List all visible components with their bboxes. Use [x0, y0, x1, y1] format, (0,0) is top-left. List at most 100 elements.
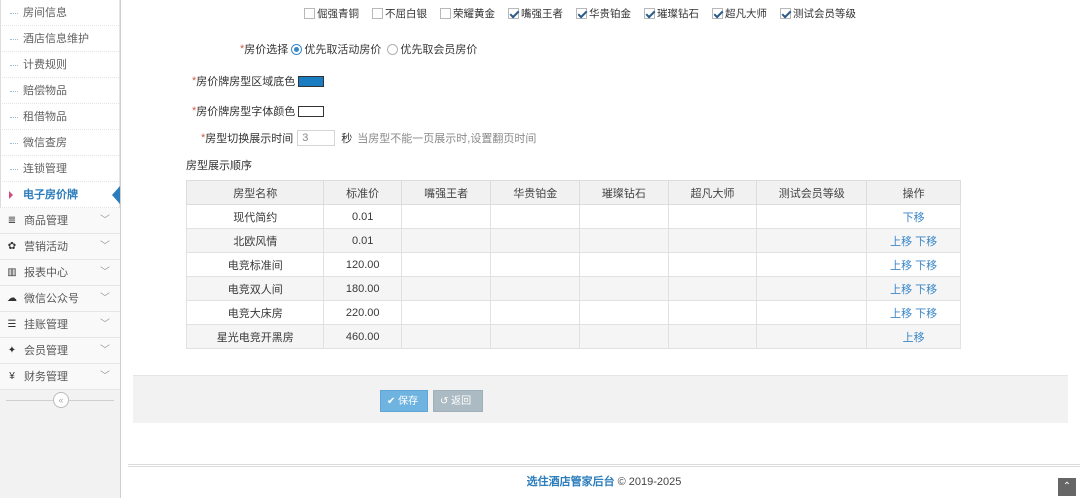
sidebar-item-finance[interactable]: ¥ 财务管理 ﹀ [0, 364, 120, 390]
sidebar-item-credit[interactable]: ☰ 挂账管理 ﹀ [0, 312, 120, 338]
checkbox-checked-icon [508, 7, 519, 19]
sidebar-item-hotel-info[interactable]: 酒店信息维护 [0, 26, 119, 52]
price-cell: 0.01 [323, 228, 402, 253]
room-name-cell: 电竞大床房 [185, 300, 325, 325]
move-down-link[interactable]: 下移 [903, 212, 925, 224]
operation-cell: 上移 下移 [866, 276, 961, 301]
active-indicator [112, 186, 120, 204]
chevron-down-icon: ﹀ [100, 293, 110, 304]
cutlery-icon: ¥ [9, 371, 15, 382]
checkbox-checked-icon [780, 7, 791, 19]
member-level-checkbox[interactable]: 璀璨钻石 [644, 5, 699, 21]
footer: 选住酒店管家后台 © 2019-2025 [128, 464, 1080, 498]
check-icon: ✔ [387, 396, 396, 407]
move-down-link[interactable]: 下移 [915, 284, 937, 296]
checkbox-checked-icon [576, 7, 587, 19]
form-action-bar: ✔ 保存 ↺ 返回 [133, 375, 1068, 423]
price-cell: 0.01 [323, 204, 402, 229]
sidebar-item-reports[interactable]: ▥ 报表中心 ﹀ [0, 260, 120, 286]
table-row: 现代简约 0.01 下移 [185, 204, 961, 229]
scroll-to-top-button[interactable]: ⌃ [1058, 478, 1076, 496]
switch-time-input[interactable] [297, 130, 336, 146]
undo-icon: ↺ [440, 396, 449, 407]
move-down-link[interactable]: 下移 [915, 308, 937, 320]
move-up-link[interactable]: 上移 [890, 236, 912, 248]
operation-cell: 上移 [866, 324, 961, 349]
sidebar-item-wechat-checkroom[interactable]: 微信查房 [0, 130, 119, 156]
cloud-icon: ☁ [7, 293, 17, 304]
operation-cell: 上移 下移 [866, 252, 961, 277]
table-header-row: 房型名称 标准价 嘴强王者 华贵铂金 璀璨钻石 超凡大师 测试会员等级 操作 [185, 180, 961, 205]
sidebar-item-rentals[interactable]: 租借物品 [0, 104, 119, 130]
radio-checked-icon [291, 43, 303, 55]
sidebar-collapse-row: « [0, 390, 120, 412]
table-row: 电竞双人间 180.00 上移 下移 [185, 276, 961, 301]
checkbox-icon [372, 7, 383, 19]
collapse-sidebar-icon[interactable]: « [53, 392, 69, 408]
sidebar-item-billing-rules[interactable]: 计费规则 [0, 52, 119, 78]
switch-time-hint: 当房型不能一页展示时,设置翻页时间 [357, 133, 537, 145]
font-color-label: 房价牌房型字体颜色 [196, 106, 296, 118]
member-level-checkbox[interactable]: 测试会员等级 [780, 5, 856, 21]
bg-color-row: * 房价牌房型区域底色 [192, 73, 325, 89]
sidebar-item-members[interactable]: ✦ 会员管理 ﹀ [0, 338, 120, 364]
radio-member-price[interactable]: 优先取会员房价 [387, 41, 477, 57]
member-level-checkbox[interactable]: 嘴强王者 [508, 5, 563, 21]
room-name-cell: 现代简约 [185, 204, 325, 229]
member-level-checkboxes: 倔强青铜 不屈白银 荣耀黄金 嘴强王者 华贵铂金 璀璨钻石 超凡大师 测试会员等… [304, 5, 869, 21]
sidebar-item-price-board[interactable]: 电子房价牌 [0, 182, 120, 208]
gift-icon: ✿ [7, 241, 17, 252]
col-header: 璀璨钻石 [579, 180, 669, 205]
col-header: 房型名称 [185, 180, 325, 205]
operation-cell: 上移 下移 [866, 228, 961, 253]
col-header: 测试会员等级 [756, 180, 868, 205]
member-level-checkbox[interactable]: 超凡大师 [712, 5, 767, 21]
col-header: 华贵铂金 [490, 180, 581, 205]
move-up-link[interactable]: 上移 [890, 260, 912, 272]
member-level-checkbox[interactable]: 荣耀黄金 [440, 5, 495, 21]
sidebar-item-goods[interactable]: ≣ 商品管理 ﹀ [0, 208, 120, 234]
member-level-checkbox[interactable]: 倔强青铜 [304, 5, 359, 21]
sidebar: 房间信息 酒店信息维护 计费规则 赔偿物品 租借物品 微信查房 连锁管理 电子房… [0, 0, 121, 498]
checkbox-icon [440, 7, 451, 19]
price-cell: 220.00 [323, 300, 402, 325]
move-down-link[interactable]: 下移 [915, 260, 937, 272]
move-up-link[interactable]: 上移 [890, 284, 912, 296]
move-up-link[interactable]: 上移 [903, 332, 925, 344]
room-order-table: 房型名称 标准价 嘴强王者 华贵铂金 璀璨钻石 超凡大师 测试会员等级 操作 现… [185, 180, 961, 349]
move-up-link[interactable]: 上移 [890, 308, 912, 320]
chevron-down-icon: ﹀ [100, 345, 110, 356]
sidebar-item-chain[interactable]: 连锁管理 [0, 156, 119, 182]
col-header: 标准价 [323, 180, 402, 205]
room-name-cell: 北欧风情 [185, 228, 325, 253]
member-level-checkbox[interactable]: 华贵铂金 [576, 5, 631, 21]
price-choice-label: 房价选择 [244, 44, 289, 56]
sidebar-item-room-info[interactable]: 房间信息 [0, 0, 119, 26]
move-down-link[interactable]: 下移 [915, 236, 937, 248]
room-name-cell: 星光电竞开黑房 [185, 324, 325, 349]
table-row: 星光电竞开黑房 460.00 上移 [185, 324, 961, 349]
col-header: 超凡大师 [667, 180, 758, 205]
table-row: 电竞标准间 120.00 上移 下移 [185, 252, 961, 277]
sidebar-item-compensation[interactable]: 赔偿物品 [0, 78, 119, 104]
sidebar-item-wechat[interactable]: ☁ 微信公众号 ﹀ [0, 286, 120, 312]
chevron-down-icon: ﹀ [100, 319, 110, 330]
font-color-row: * 房价牌房型字体颜色 [192, 103, 325, 119]
sidebar-item-marketing[interactable]: ✿ 营销活动 ﹀ [0, 234, 120, 260]
footer-brand: 选住酒店管家后台 [526, 476, 615, 488]
table-row: 电竞大床房 220.00 上移 下移 [185, 300, 961, 325]
back-button[interactable]: ↺ 返回 [433, 390, 483, 412]
chevron-down-icon: ﹀ [100, 267, 110, 278]
member-level-checkbox[interactable]: 不屈白银 [372, 5, 427, 21]
users-icon: ✦ [7, 345, 17, 356]
checkbox-checked-icon [644, 7, 655, 19]
bg-color-picker[interactable] [298, 75, 325, 87]
radio-activity-price[interactable]: 优先取活动房价 [291, 41, 381, 57]
save-button[interactable]: ✔ 保存 [380, 390, 428, 412]
checkbox-checked-icon [712, 7, 723, 19]
caret-right-icon [9, 191, 13, 199]
font-color-picker[interactable] [298, 105, 325, 117]
checkbox-icon [304, 7, 315, 19]
room-name-cell: 电竞双人间 [185, 276, 325, 301]
price-cell: 460.00 [323, 324, 402, 349]
